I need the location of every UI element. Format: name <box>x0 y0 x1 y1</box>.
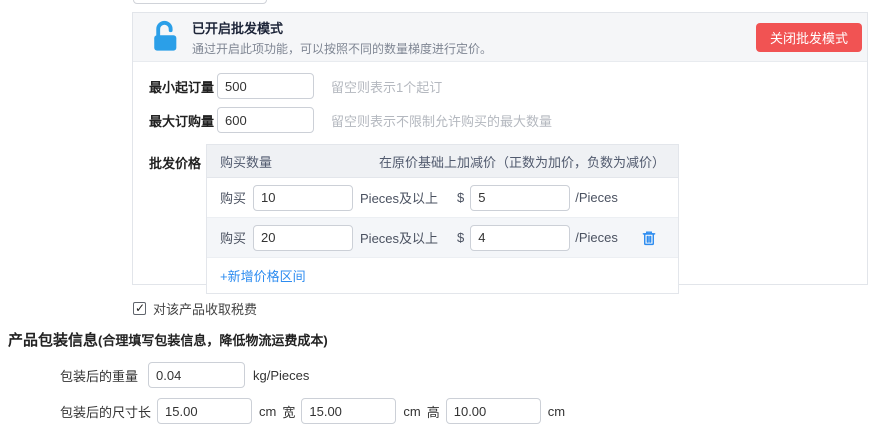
tier1-price-input[interactable] <box>470 185 570 211</box>
wholesale-mode-banner: 已开启批发模式 通过开启此项功能，可以按照不同的数量梯度进行定价。 关闭批发模式 <box>133 13 867 62</box>
weight-unit: kg/Pieces <box>253 368 309 383</box>
width-input[interactable] <box>301 398 396 424</box>
price-table-footer: +新增价格区间 <box>207 258 678 293</box>
delete-tier-button[interactable] <box>640 229 658 247</box>
max-order-input[interactable] <box>217 107 314 133</box>
page: 已开启批发模式 通过开启此项功能，可以按照不同的数量梯度进行定价。 关闭批发模式… <box>0 0 880 428</box>
width-unit: cm <box>403 404 420 419</box>
wholesale-price-row: 批发价格 购买数量 在原价基础上加减价（正数为加价，负数为减价） 购买 Piec… <box>149 144 867 294</box>
length-unit: cm <box>259 404 276 419</box>
height-label: 高 <box>427 402 440 421</box>
max-order-label: 最大订购量 <box>149 111 217 130</box>
add-price-tier-link[interactable]: +新增价格区间 <box>220 266 306 285</box>
wholesale-price-label: 批发价格 <box>149 144 206 172</box>
tax-checkbox-label: 对该产品收取税费 <box>153 299 257 318</box>
unlock-icon <box>149 20 181 54</box>
price-column-header: 在原价基础上加减价（正数为加价，负数为减价） <box>379 152 665 171</box>
min-order-hint: 留空则表示1个起订 <box>331 77 442 96</box>
banner-description: 通过开启此项功能，可以按照不同的数量梯度进行定价。 <box>192 40 492 57</box>
trash-icon <box>640 235 658 250</box>
qty-prefix: 购买 <box>220 228 246 247</box>
weight-label: 包装后的重量 <box>60 366 148 385</box>
length-label: 长 <box>138 402 151 421</box>
weight-input[interactable] <box>148 362 245 388</box>
packaging-title-text: 产品包装信息 <box>8 332 98 349</box>
tier1-qty-input[interactable] <box>253 185 353 211</box>
height-input[interactable] <box>446 398 541 424</box>
min-order-input[interactable] <box>217 73 314 99</box>
price-tier-row: 购买 Pieces及以上 $ /Pieces <box>207 178 678 218</box>
qty-prefix: 购买 <box>220 188 246 207</box>
currency-symbol: $ <box>457 230 464 245</box>
min-order-row: 最小起订量 留空则表示1个起订 <box>149 73 867 99</box>
min-order-label: 最小起订量 <box>149 77 217 96</box>
packaging-dimensions-row: 包装后的尺寸 长 cm 宽 cm 高 cm <box>60 398 565 424</box>
tier2-qty-input[interactable] <box>253 225 353 251</box>
price-table-header: 购买数量 在原价基础上加减价（正数为加价，负数为减价） <box>207 145 678 178</box>
price-unit-label: /Pieces <box>575 190 618 205</box>
price-unit-label: /Pieces <box>575 230 618 245</box>
wholesale-form: 最小起订量 留空则表示1个起订 最大订购量 留空则表示不限制允许购买的最大数量 … <box>133 62 867 294</box>
tax-checkbox[interactable] <box>133 302 146 315</box>
wholesale-panel: 已开启批发模式 通过开启此项功能，可以按照不同的数量梯度进行定价。 关闭批发模式… <box>132 12 868 285</box>
close-wholesale-mode-button[interactable]: 关闭批发模式 <box>756 23 862 52</box>
tier2-price-input[interactable] <box>470 225 570 251</box>
banner-title: 已开启批发模式 <box>192 18 492 37</box>
max-order-row: 最大订购量 留空则表示不限制允许购买的最大数量 <box>149 107 867 133</box>
qty-column-header: 购买数量 <box>220 152 272 171</box>
price-tier-table: 购买数量 在原价基础上加减价（正数为加价，负数为减价） 购买 Pieces及以上… <box>206 144 679 294</box>
tax-row: 对该产品收取税费 <box>133 299 257 318</box>
height-unit: cm <box>548 404 565 419</box>
qty-unit-label: Pieces及以上 <box>360 188 446 207</box>
dimensions-label: 包装后的尺寸 <box>60 402 138 421</box>
qty-unit-label: Pieces及以上 <box>360 228 446 247</box>
max-order-hint: 留空则表示不限制允许购买的最大数量 <box>331 111 552 130</box>
packaging-title-note: (合理填写包装信息，降低物流运费成本) <box>98 333 328 348</box>
banner-text: 已开启批发模式 通过开启此项功能，可以按照不同的数量梯度进行定价。 <box>192 18 492 57</box>
currency-symbol: $ <box>457 190 464 205</box>
packaging-weight-row: 包装后的重量 kg/Pieces <box>60 362 309 388</box>
packaging-section-title: 产品包装信息(合理填写包装信息，降低物流运费成本) <box>8 329 328 350</box>
width-label: 宽 <box>282 402 295 421</box>
price-tier-row: 购买 Pieces及以上 $ /Pieces <box>207 218 678 258</box>
length-input[interactable] <box>157 398 252 424</box>
truncated-top-input[interactable] <box>133 0 267 4</box>
